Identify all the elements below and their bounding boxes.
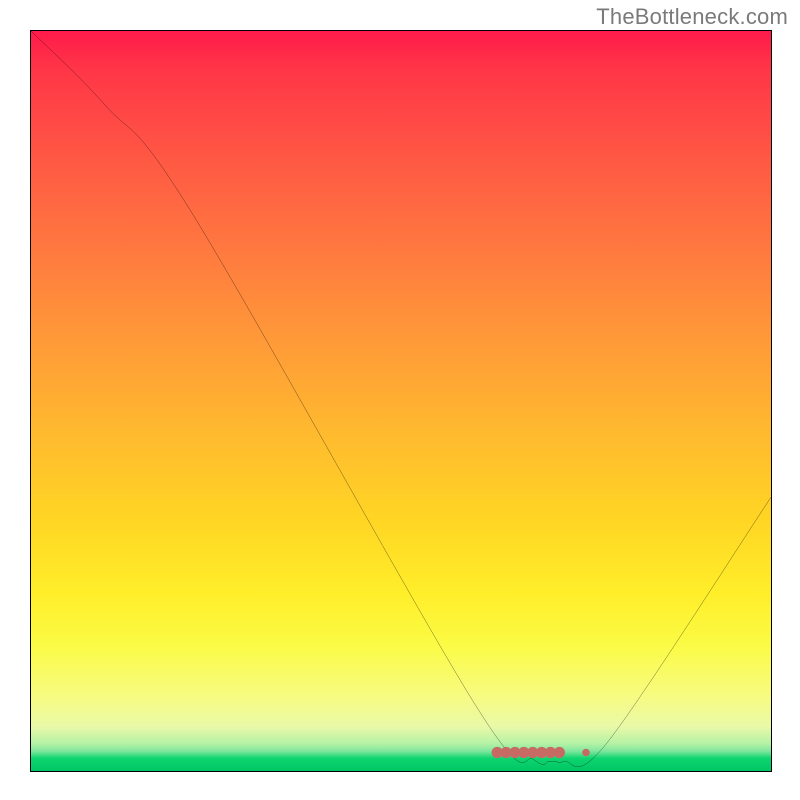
chart-marker: [554, 747, 565, 758]
chart-plot-area: [30, 30, 772, 772]
chart-marker: [582, 749, 590, 757]
watermark-text: TheBottleneck.com: [596, 4, 788, 30]
chart-svg: [31, 31, 771, 771]
chart-markers-group: [492, 747, 590, 758]
chart-curve: [31, 31, 771, 767]
